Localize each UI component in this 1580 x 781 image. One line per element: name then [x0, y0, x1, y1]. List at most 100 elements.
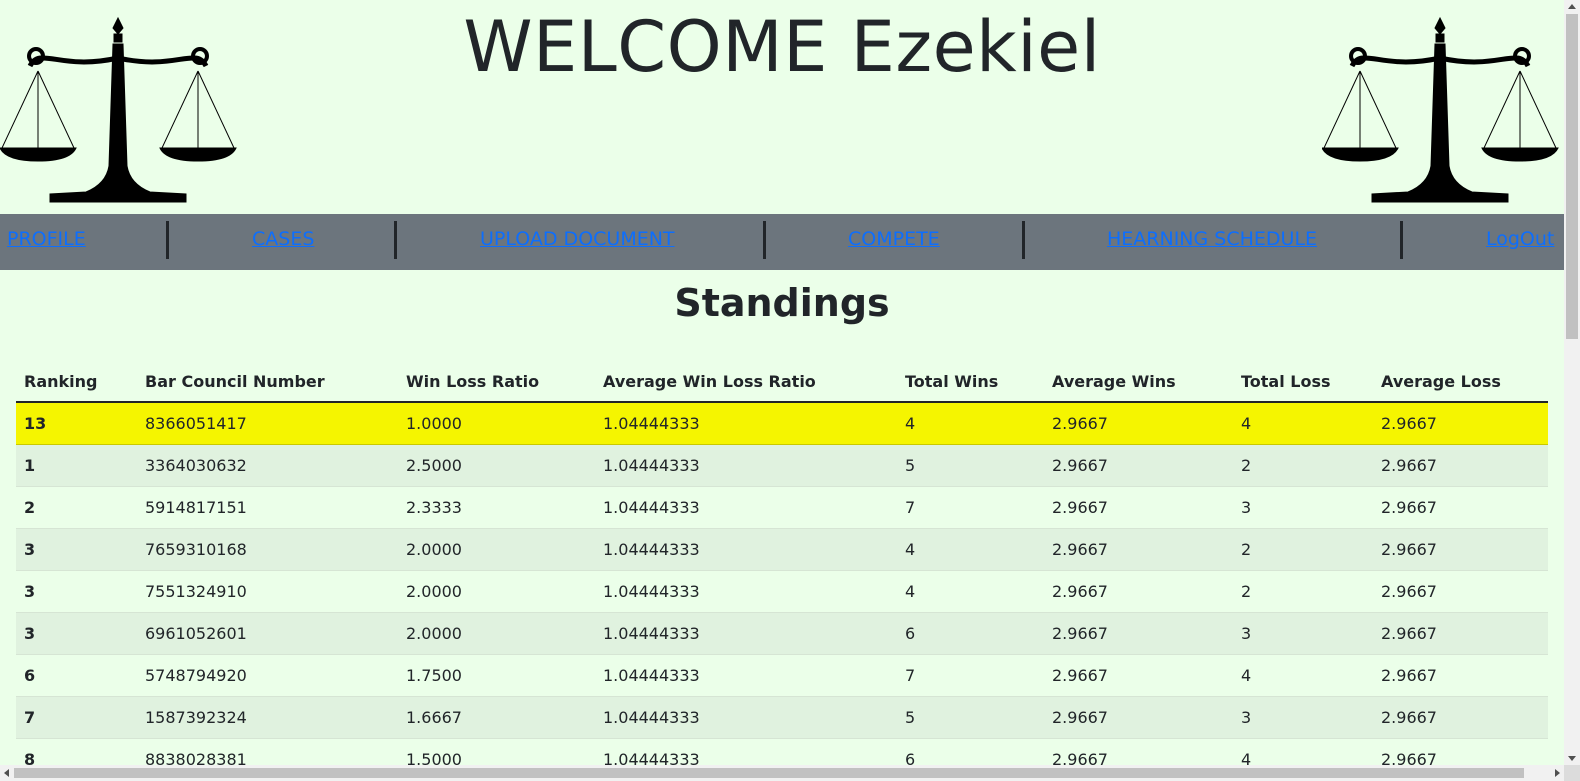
cell-average-win-loss-ratio: 1.04444333	[595, 486, 897, 529]
cell-average-win-loss-ratio: 1.04444333	[595, 444, 897, 487]
cell-win-loss-ratio: 2.0000	[398, 528, 595, 571]
cell-bar-council-number: 8366051417	[137, 402, 398, 445]
table-row: 3 6961052601 2.0000 1.04444333 6 2.9667 3 2.966…	[16, 612, 1548, 655]
cell-average-win-loss-ratio: 1.04444333	[595, 738, 897, 765]
vertical-scroll-thumb[interactable]	[1566, 14, 1578, 339]
scrollbar-corner	[1564, 765, 1580, 781]
table-row: 8 8838028381 1.5000 1.04444333 6 2.9667 4 2.966…	[16, 738, 1548, 765]
cell-average-loss: 2.9667	[1373, 696, 1548, 739]
cell-average-loss: 2.9667	[1373, 486, 1548, 529]
nav-separator	[763, 221, 766, 259]
cell-bar-council-number: 5748794920	[137, 654, 398, 697]
cell-average-win-loss-ratio: 1.04444333	[595, 696, 897, 739]
cell-ranking: 8	[16, 738, 137, 765]
cell-win-loss-ratio: 2.0000	[398, 612, 595, 655]
cell-bar-council-number: 7659310168	[137, 528, 398, 571]
cell-total-wins: 4	[897, 570, 1044, 613]
cell-average-wins: 2.9667	[1044, 654, 1233, 697]
cell-bar-council-number: 1587392324	[137, 696, 398, 739]
cell-average-loss: 2.9667	[1373, 528, 1548, 571]
cell-total-loss: 4	[1233, 654, 1373, 697]
cell-ranking: 6	[16, 654, 137, 697]
col-header-win-loss-ratio: Win Loss Ratio	[398, 361, 595, 403]
nav-profile-link[interactable]: PROFILE	[7, 228, 86, 250]
col-header-ranking: Ranking	[16, 361, 137, 403]
cell-average-wins: 2.9667	[1044, 738, 1233, 765]
cell-total-wins: 7	[897, 654, 1044, 697]
cell-average-wins: 2.9667	[1044, 696, 1233, 739]
table-row: 13 8366051417 1.0000 1.04444333 4 2.9667 4 2.96…	[16, 402, 1548, 445]
header: WELCOME Ezekiel	[0, 0, 1564, 214]
cell-average-win-loss-ratio: 1.04444333	[595, 402, 897, 445]
cell-total-loss: 3	[1233, 486, 1373, 529]
cell-average-loss: 2.9667	[1373, 402, 1548, 445]
cell-win-loss-ratio: 2.5000	[398, 444, 595, 487]
table-row: 7 1587392324 1.6667 1.04444333 5 2.9667 3 2.966…	[16, 696, 1548, 739]
scroll-right-icon[interactable]	[1555, 769, 1560, 777]
cell-ranking: 13	[16, 402, 137, 445]
nav-upload-document-link[interactable]: UPLOAD DOCUMENT	[480, 228, 675, 250]
cell-ranking: 1	[16, 444, 137, 487]
cell-average-wins: 2.9667	[1044, 402, 1233, 445]
cell-average-win-loss-ratio: 1.04444333	[595, 612, 897, 655]
cell-average-loss: 2.9667	[1373, 612, 1548, 655]
col-header-average-wins: Average Wins	[1044, 361, 1233, 403]
scroll-up-icon[interactable]	[1568, 4, 1576, 9]
cell-total-loss: 3	[1233, 696, 1373, 739]
cell-win-loss-ratio: 2.0000	[398, 570, 595, 613]
cell-average-wins: 2.9667	[1044, 570, 1233, 613]
main-nav: PROFILE CASES UPLOAD DOCUMENT COMPETE HE…	[0, 214, 1564, 270]
cell-bar-council-number: 5914817151	[137, 486, 398, 529]
col-header-total-loss: Total Loss	[1233, 361, 1373, 403]
cell-total-loss: 3	[1233, 612, 1373, 655]
cell-average-loss: 2.9667	[1373, 654, 1548, 697]
cell-total-loss: 4	[1233, 738, 1373, 765]
col-header-bar-council-number: Bar Council Number	[137, 361, 398, 403]
cell-ranking: 3	[16, 570, 137, 613]
cell-average-loss: 2.9667	[1373, 570, 1548, 613]
table-row: 2 5914817151 2.3333 1.04444333 7 2.9667 3 2.966…	[16, 486, 1548, 529]
cell-ranking: 7	[16, 696, 137, 739]
table-header-row: Ranking Bar Council Number Win Loss Rati…	[16, 361, 1548, 403]
cell-average-wins: 2.9667	[1044, 486, 1233, 529]
page-title: Standings	[674, 281, 890, 325]
col-header-total-wins: Total Wins	[897, 361, 1044, 403]
cell-total-loss: 2	[1233, 444, 1373, 487]
nav-separator	[1022, 221, 1025, 259]
cell-average-wins: 2.9667	[1044, 528, 1233, 571]
nav-compete-link[interactable]: COMPETE	[848, 228, 940, 250]
scales-of-justice-icon	[1322, 16, 1559, 203]
cell-total-wins: 4	[897, 402, 1044, 445]
cell-total-wins: 5	[897, 444, 1044, 487]
cell-ranking: 3	[16, 528, 137, 571]
table-row: 6 5748794920 1.7500 1.04444333 7 2.9667 4 2.966…	[16, 654, 1548, 697]
nav-separator	[394, 221, 397, 259]
scroll-left-icon[interactable]	[4, 769, 9, 777]
cell-win-loss-ratio: 1.6667	[398, 696, 595, 739]
standings-table: Ranking Bar Council Number Win Loss Rati…	[16, 361, 1548, 765]
cell-average-wins: 2.9667	[1044, 444, 1233, 487]
page: WELCOME Ezekiel PROFILE CASES UPLOAD DOC…	[0, 0, 1564, 765]
scroll-down-icon[interactable]	[1568, 756, 1576, 761]
nav-cases-link[interactable]: CASES	[252, 228, 314, 250]
nav-logout-link[interactable]: LogOut	[1486, 228, 1554, 250]
vertical-scrollbar[interactable]	[1564, 0, 1580, 765]
table-row: 1 3364030632 2.5000 1.04444333 5 2.9667 2 2.966…	[16, 444, 1548, 487]
cell-total-wins: 5	[897, 696, 1044, 739]
nav-hearning-schedule-link[interactable]: HEARNING SCHEDULE	[1107, 228, 1317, 250]
cell-average-win-loss-ratio: 1.04444333	[595, 654, 897, 697]
cell-total-wins: 4	[897, 528, 1044, 571]
cell-average-win-loss-ratio: 1.04444333	[595, 570, 897, 613]
horizontal-scrollbar[interactable]	[0, 765, 1564, 781]
cell-bar-council-number: 3364030632	[137, 444, 398, 487]
cell-ranking: 3	[16, 612, 137, 655]
cell-bar-council-number: 8838028381	[137, 738, 398, 765]
col-header-average-win-loss-ratio: Average Win Loss Ratio	[595, 361, 897, 403]
horizontal-scroll-thumb[interactable]	[14, 768, 1524, 778]
nav-separator	[1400, 221, 1403, 259]
cell-total-wins: 6	[897, 738, 1044, 765]
cell-total-wins: 6	[897, 612, 1044, 655]
cell-win-loss-ratio: 1.0000	[398, 402, 595, 445]
cell-average-loss: 2.9667	[1373, 738, 1548, 765]
cell-win-loss-ratio: 1.5000	[398, 738, 595, 765]
